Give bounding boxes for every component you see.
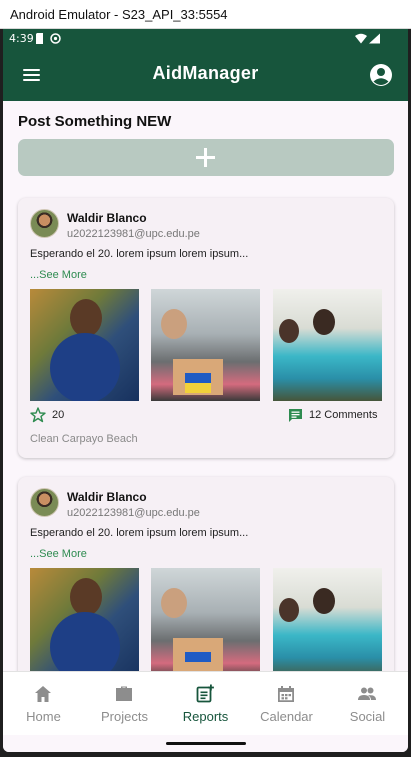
see-more-link[interactable]: ...See More	[30, 548, 87, 560]
new-post-button[interactable]	[18, 139, 394, 176]
app-title: AidManager	[152, 63, 259, 83]
nav-reports[interactable]: Reports	[165, 672, 246, 736]
nav-label: Social	[349, 709, 386, 724]
report-icon	[196, 684, 214, 703]
post-text: Esperando el 20. lorem ipsum lorem ipsum…	[30, 527, 249, 539]
people-icon	[358, 687, 376, 700]
account-icon[interactable]	[368, 62, 394, 88]
avatar	[30, 209, 59, 238]
star-icon[interactable]	[30, 407, 46, 423]
avatar	[30, 488, 59, 517]
signal-icon	[369, 33, 380, 44]
post-text: Esperando el 20. lorem ipsum lorem ipsum…	[30, 248, 249, 260]
post-email: u2022123981@upc.edu.pe	[67, 228, 200, 240]
bottom-navigation: Home Projects Reports Calendar Social	[3, 671, 408, 735]
calendar-icon	[278, 686, 294, 702]
nav-projects[interactable]: Projects	[84, 672, 165, 736]
nav-calendar[interactable]: Calendar	[246, 672, 327, 736]
see-more-link[interactable]: ...See More	[30, 269, 87, 281]
post-location: Clean Carpayo Beach	[30, 433, 138, 445]
post-image-volunteer[interactable]	[30, 289, 139, 401]
nav-label: Reports	[182, 709, 229, 724]
post-email: u2022123981@upc.edu.pe	[67, 507, 200, 519]
wifi-icon	[355, 33, 367, 44]
like-count: 20	[52, 409, 65, 421]
status-time: 4:39	[9, 32, 34, 45]
nav-home[interactable]: Home	[3, 672, 84, 736]
comments-link[interactable]: 12 Comments	[309, 409, 377, 421]
post-image-donation-box[interactable]	[151, 289, 260, 401]
window-title: Android Emulator - S23_API_33:5554	[10, 7, 228, 22]
post-card[interactable]: Waldir Blanco u2022123981@upc.edu.pe Esp…	[18, 198, 394, 458]
post-card[interactable]: Waldir Blanco u2022123981@upc.edu.pe Esp…	[18, 477, 394, 671]
post-image-donation-box[interactable]	[151, 568, 260, 671]
home-icon	[35, 686, 51, 702]
composer-title: Post Something NEW	[18, 113, 172, 130]
sim-card-icon	[36, 33, 43, 44]
post-image-food-drive[interactable]	[273, 289, 382, 401]
briefcase-icon	[116, 686, 132, 701]
post-author: Waldir Blanco	[67, 490, 147, 504]
comment-icon[interactable]	[288, 408, 303, 423]
home-gesture-bar[interactable]	[166, 742, 246, 745]
post-author: Waldir Blanco	[67, 211, 147, 225]
nav-label: Projects	[101, 709, 148, 724]
app-bar: AidManager	[3, 49, 408, 101]
nav-social[interactable]: Social	[327, 672, 408, 736]
gesture-area	[3, 735, 408, 752]
status-bar: 4:39	[3, 29, 408, 49]
window-title-bar: Android Emulator - S23_API_33:5554	[0, 0, 411, 29]
settings-status-icon	[50, 33, 61, 44]
post-image-volunteer[interactable]	[30, 568, 139, 671]
phone-screen: 4:39 AidManager Post Something NEW Waldi…	[3, 29, 408, 752]
post-image-food-drive[interactable]	[273, 568, 382, 671]
nav-label: Calendar	[260, 709, 313, 724]
nav-label: Home	[26, 709, 61, 724]
feed-content: Post Something NEW Waldir Blanco u202212…	[3, 101, 408, 671]
